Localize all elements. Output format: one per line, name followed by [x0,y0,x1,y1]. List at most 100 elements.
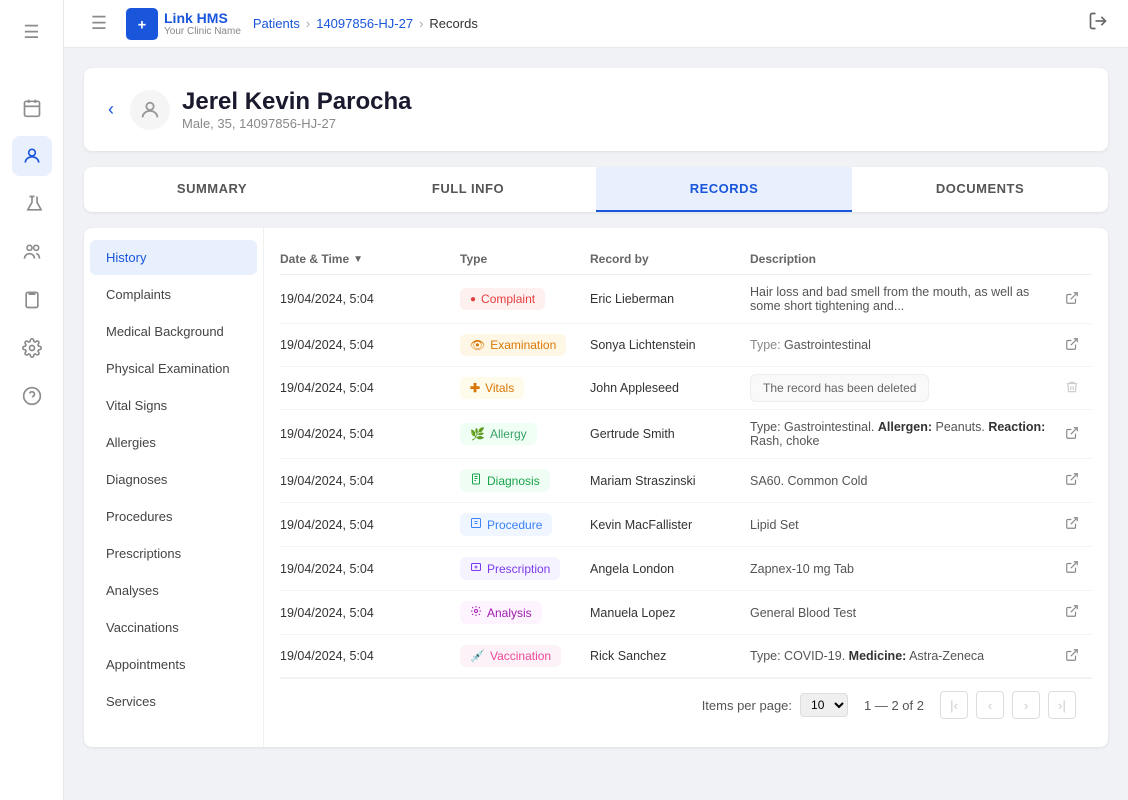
clipboard-icon[interactable] [12,280,52,320]
svg-text:+: + [138,17,146,33]
open-record-button[interactable] [1052,516,1092,533]
row-description: General Blood Test [750,606,1052,620]
page-range: 1 — 2 of 2 [864,698,924,713]
row-record-by: Mariam Straszinski [590,474,750,488]
prev-page-button[interactable]: ‹ [976,691,1004,719]
open-record-button[interactable] [1052,291,1092,308]
row-description: Type: Gastrointestinal [750,338,1052,352]
next-page-button[interactable]: › [1012,691,1040,719]
menu-icon[interactable]: ☰ [12,12,52,52]
badge-allergy: 🌿 Allergy [460,423,537,445]
col-datetime[interactable]: Date & Time ▼ [280,252,460,266]
settings-icon[interactable] [12,328,52,368]
group-icon[interactable] [12,232,52,272]
row-type: 👁 Examination [460,334,590,356]
nav-prescriptions[interactable]: Prescriptions [90,536,257,571]
badge-icon: 🌿 [470,427,485,441]
badge-vaccination: 💉 Vaccination [460,645,561,667]
badge-icon: 👁 [470,338,485,352]
nav-vaccinations[interactable]: Vaccinations [90,610,257,645]
row-description: Type: Gastrointestinal. Allergen: Peanut… [750,420,1052,448]
open-record-button[interactable] [1052,426,1092,443]
col-record-by: Record by [590,252,750,266]
main-content: ☰ + Link HMS Your Clinic Name Patients ›… [64,0,1128,800]
first-page-button[interactable]: |‹ [940,691,968,719]
table-row: 19/04/2024, 5:04 🌿 Allergy Gertrude Smit… [280,410,1092,459]
nav-complaints[interactable]: Complaints [90,277,257,312]
row-datetime: 19/04/2024, 5:04 [280,381,460,395]
table-row: 19/04/2024, 5:04 Procedure Kevin MacFall… [280,503,1092,547]
col-description: Description [750,252,1052,266]
patient-icon[interactable] [12,136,52,176]
table-row: 19/04/2024, 5:04 Prescription Angela Lon… [280,547,1092,591]
badge-diagnosis: Diagnosis [460,469,550,492]
badge-icon [470,561,482,576]
row-datetime: 19/04/2024, 5:04 [280,562,460,576]
badge-icon [470,473,482,488]
row-record-by: Manuela Lopez [590,606,750,620]
help-icon[interactable] [12,376,52,416]
nav-medical-background[interactable]: Medical Background [90,314,257,349]
breadcrumb-patient-id[interactable]: 14097856-HJ-27 [316,16,413,31]
delete-icon[interactable] [1052,380,1092,397]
patient-name: Jerel Kevin Parocha [182,88,411,116]
row-description: Lipid Set [750,518,1052,532]
table-row: 19/04/2024, 5:04 ✚ Vitals John Appleseed… [280,367,1092,410]
row-datetime: 19/04/2024, 5:04 [280,338,460,352]
badge-icon: 💉 [470,649,485,663]
records-container: History Complaints Medical Background Ph… [84,228,1108,747]
badge-vitals: ✚ Vitals [460,377,524,399]
items-per-page-select[interactable]: 10 25 50 [800,693,848,717]
row-type: Analysis [460,601,590,624]
flask-icon[interactable] [12,184,52,224]
open-record-button[interactable] [1052,560,1092,577]
pagination: Items per page: 10 25 50 1 — 2 of 2 |‹ ‹… [280,678,1092,731]
nav-services[interactable]: Services [90,684,257,719]
row-type: 🌿 Allergy [460,423,590,445]
nav-analyses[interactable]: Analyses [90,573,257,608]
breadcrumb-patients[interactable]: Patients [253,16,300,31]
table-row: 19/04/2024, 5:04 👁 Examination Sonya Lic… [280,324,1092,367]
deleted-tooltip: The record has been deleted [750,374,929,402]
nav-appointments[interactable]: Appointments [90,647,257,682]
tab-documents[interactable]: DOCUMENTS [852,167,1108,212]
logout-icon[interactable] [1088,11,1108,36]
open-record-button[interactable] [1052,648,1092,665]
row-description: Hair loss and bad smell from the mouth, … [750,285,1052,313]
row-datetime: 19/04/2024, 5:04 [280,292,460,306]
row-datetime: 19/04/2024, 5:04 [280,474,460,488]
open-record-button[interactable] [1052,604,1092,621]
back-button[interactable]: ‹ [108,99,114,120]
nav-allergies[interactable]: Allergies [90,425,257,460]
table-header: Date & Time ▼ Type Record by Description [280,244,1092,275]
row-datetime: 19/04/2024, 5:04 [280,518,460,532]
col-type: Type [460,252,590,266]
tab-records[interactable]: RECORDS [596,167,852,212]
calendar-icon[interactable] [12,88,52,128]
topbar-menu-icon[interactable]: ☰ [84,9,114,39]
nav-physical-examination[interactable]: Physical Examination [90,351,257,386]
open-record-button[interactable] [1052,472,1092,489]
nav-history[interactable]: History [90,240,257,275]
sort-icon: ▼ [353,254,363,265]
last-page-button[interactable]: ›| [1048,691,1076,719]
nav-vital-signs[interactable]: Vital Signs [90,388,257,423]
badge-icon: ✚ [470,381,480,395]
row-datetime: 19/04/2024, 5:04 [280,427,460,441]
nav-procedures[interactable]: Procedures [90,499,257,534]
logo-name: Link HMS [164,10,241,26]
badge-complaint: ● Complaint [460,288,545,310]
row-type: Procedure [460,513,590,536]
row-record-by: Eric Lieberman [590,292,750,306]
tab-full-info[interactable]: FULL INFO [340,167,596,212]
badge-examination: 👁 Examination [460,334,566,356]
row-description: Type: COVID-19. Medicine: Astra-Zeneca [750,649,1052,663]
topbar: ☰ + Link HMS Your Clinic Name Patients ›… [64,0,1128,48]
logo-icon: + [126,8,158,40]
nav-diagnoses[interactable]: Diagnoses [90,462,257,497]
row-record-by: Rick Sanchez [590,649,750,663]
row-record-by: Sonya Lichtenstein [590,338,750,352]
open-record-button[interactable] [1052,337,1092,354]
row-type: ✚ Vitals [460,377,590,399]
tab-summary[interactable]: SUMMARY [84,167,340,212]
